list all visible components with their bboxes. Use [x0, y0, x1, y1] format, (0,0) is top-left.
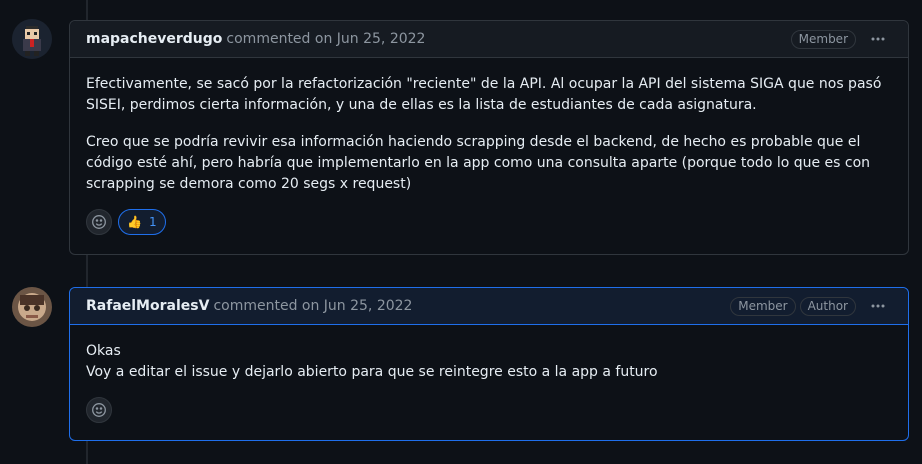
- comment-1-body: Efectivamente, se sacó por la refactoriz…: [70, 58, 908, 195]
- comment-timestamp[interactable]: Jun 25, 2022: [324, 298, 413, 314]
- comment-action-text: commented on: [226, 31, 333, 47]
- comment-author-link[interactable]: RafaelMoralesV: [86, 298, 209, 314]
- avatar-rafaelmoralesv[interactable]: [12, 287, 52, 327]
- smiley-icon[interactable]: [86, 397, 112, 423]
- member-badge: Member: [790, 29, 856, 49]
- comment-paragraph: Efectivamente, se sacó por la refactoriz…: [86, 76, 882, 113]
- comment-2: RafaelMoralesV commented on Jun 25, 2022…: [69, 287, 909, 441]
- comment-author-link[interactable]: mapacheverdugo: [86, 31, 222, 47]
- comment-line: Okas: [86, 343, 121, 359]
- comment-1: mapacheverdugo commented on Jun 25, 2022…: [69, 20, 909, 255]
- reaction-count: 1: [148, 215, 157, 229]
- member-badge: Member: [730, 296, 796, 316]
- comment-timestamp[interactable]: Jun 25, 2022: [337, 31, 426, 47]
- kebab-horizontal-icon[interactable]: [864, 27, 892, 51]
- comment-line: Voy a editar el issue y dejarlo abierto …: [86, 364, 658, 380]
- thumbs-up-icon: 👍: [127, 215, 142, 229]
- comment-2-body: Okas Voy a editar el issue y dejarlo abi…: [70, 325, 908, 383]
- smiley-icon[interactable]: [86, 209, 112, 235]
- author-badge: Author: [799, 296, 856, 316]
- thumbs-up-reaction-button[interactable]: 👍 1: [118, 209, 166, 235]
- avatar-mapacheverdugo[interactable]: [12, 19, 52, 59]
- comment-1-header: mapacheverdugo commented on Jun 25, 2022…: [70, 21, 908, 58]
- comment-2-header: RafaelMoralesV commented on Jun 25, 2022…: [70, 288, 908, 325]
- kebab-horizontal-icon[interactable]: [864, 294, 892, 318]
- comment-paragraph: Creo que se podría revivir esa informaci…: [86, 134, 871, 192]
- reactions-bar: [70, 383, 908, 439]
- comment-action-text: commented on: [213, 298, 320, 314]
- reactions-bar: 👍 1: [70, 195, 908, 251]
